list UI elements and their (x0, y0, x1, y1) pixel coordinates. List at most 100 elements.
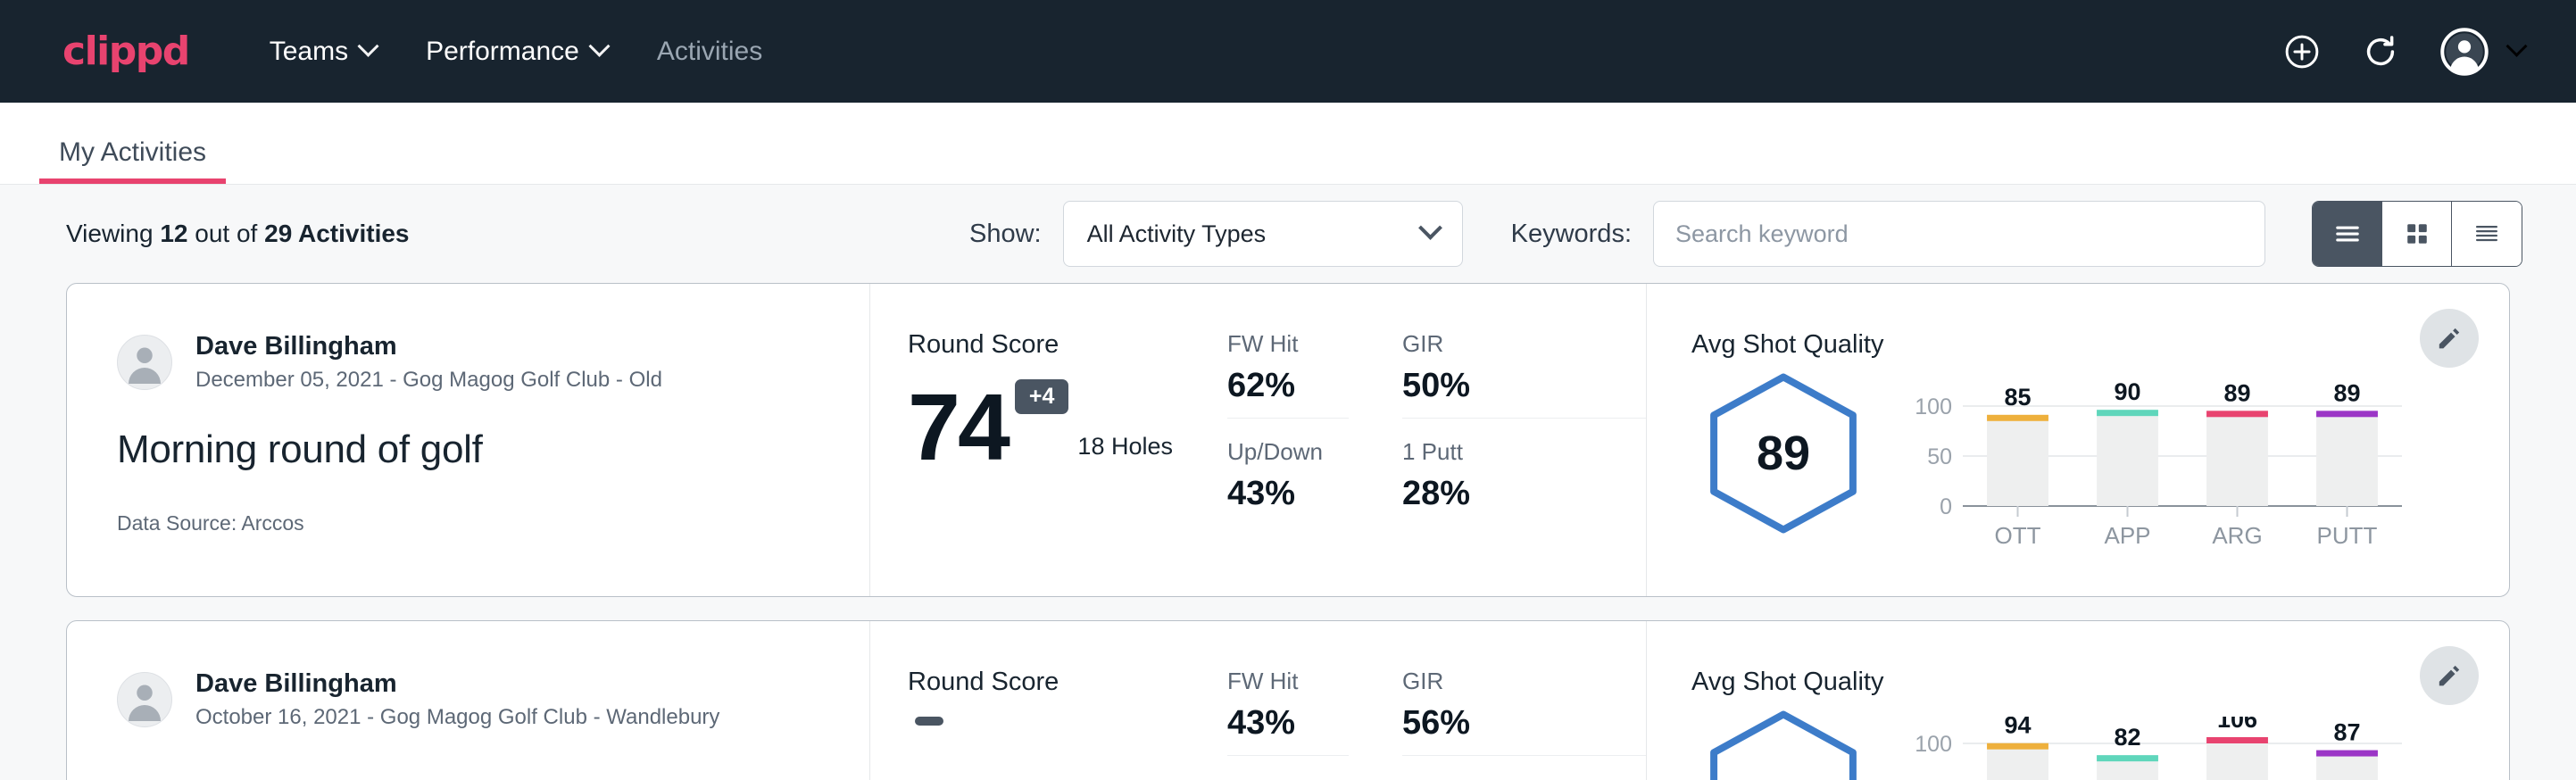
stat-gir: GIR 50% (1402, 330, 1646, 419)
brand-logo[interactable]: clippd (62, 29, 189, 74)
avatar (117, 335, 172, 390)
person-icon (118, 672, 171, 726)
show-label: Show: (969, 220, 1042, 249)
avg-shot-quality-column: Avg Shot Quality 89 10050085OTT90APP89AR… (1647, 284, 2509, 596)
list-icon (2331, 218, 2364, 250)
round-score-column: Round Score 74 +4 18 Holes (870, 284, 1227, 596)
compact-list-icon (2471, 218, 2503, 250)
viewing-middle: out of (195, 220, 257, 247)
stat-label: FW Hit (1227, 668, 1349, 695)
avg-shot-quality-label: Avg Shot Quality (1691, 330, 2509, 360)
user-name: Dave Billingham (195, 668, 719, 700)
round-score-value: 74 (908, 386, 1008, 469)
bar-chart: 10050094OTT82APP106ARG87PUTT (1907, 717, 2407, 780)
grid-view-button[interactable] (2382, 202, 2452, 266)
tab-my-activities[interactable]: My Activities (39, 137, 226, 184)
svg-text:89: 89 (2223, 379, 2250, 406)
svg-text:90: 90 (2114, 379, 2140, 405)
chevron-down-icon (588, 36, 610, 57)
grid-icon (2402, 219, 2432, 249)
pencil-icon (2435, 324, 2464, 353)
svg-text:0: 0 (1940, 494, 1952, 519)
svg-text:100: 100 (1915, 394, 1952, 419)
svg-text:89: 89 (2333, 379, 2360, 406)
stat-value: 50% (1402, 367, 1646, 405)
tab-my-activities-label: My Activities (59, 137, 206, 167)
chevron-down-icon (358, 36, 379, 57)
round-score-column: Round Score (870, 621, 1227, 780)
keywords-label: Keywords: (1511, 220, 1632, 249)
nav-item-activities[interactable]: Activities (657, 37, 762, 67)
stat-value: 62% (1227, 367, 1349, 405)
list-view-button[interactable] (2313, 202, 2382, 266)
viewing-count: 12 (160, 220, 187, 247)
activity-info-column: Dave Billingham October 16, 2021 - Gog M… (67, 621, 870, 780)
viewing-total: 29 Activities (264, 220, 409, 247)
quality-score: 89 (1699, 369, 1868, 538)
primary-nav: Teams Performance Activities (270, 37, 762, 67)
stat-one-putt: 1 Putt 28% (1402, 438, 1646, 526)
quality-hexagon (1699, 706, 1868, 780)
viewing-prefix: Viewing (66, 220, 154, 247)
score-badge (915, 717, 943, 726)
stat-value: 43% (1227, 475, 1349, 513)
pencil-icon (2435, 661, 2464, 690)
activity-meta: October 16, 2021 - Gog Magog Golf Club -… (195, 703, 719, 732)
nav-item-performance[interactable]: Performance (426, 37, 607, 67)
avg-shot-quality-body: 10050094OTT82APP106ARG87PUTT (1691, 706, 2509, 780)
svg-text:PUTT: PUTT (2317, 522, 2378, 549)
stat-fw-hit: FW Hit 43% (1227, 668, 1349, 756)
keywords-group: Keywords: (1511, 201, 2265, 267)
avg-shot-quality-body: 89 10050085OTT90APP89ARG89PUTT (1691, 369, 2509, 553)
svg-text:87: 87 (2333, 719, 2360, 746)
plus-circle-icon[interactable] (2282, 32, 2322, 71)
activity-info-column: Dave Billingham December 05, 2021 - Gog … (67, 284, 870, 596)
stat-gir: GIR 56% (1402, 668, 1646, 756)
stat-fw-hit: FW Hit 62% (1227, 330, 1349, 419)
nav-actions (2282, 27, 2524, 77)
refresh-icon[interactable] (2361, 32, 2400, 71)
compact-view-button[interactable] (2452, 202, 2522, 266)
stats-grid: FW Hit 62% GIR 50% Up/Down 43% 1 Putt 28… (1227, 284, 1647, 596)
score-badge: +4 (1015, 379, 1069, 414)
stat-value: 28% (1402, 475, 1646, 513)
avg-shot-quality-column: Avg Shot Quality 10050094OTT82APP106ARG8… (1647, 621, 2509, 780)
svg-text:85: 85 (2004, 384, 2031, 411)
quality-score (1699, 706, 1868, 780)
nav-item-activities-label: Activities (657, 37, 762, 67)
stat-value: 43% (1227, 704, 1349, 743)
shot-quality-chart: 10050094OTT82APP106ARG87PUTT (1907, 717, 2407, 780)
svg-text:106: 106 (2217, 717, 2257, 733)
activity-type-select[interactable]: All Activity Types (1063, 201, 1463, 267)
stats-grid: FW Hit 43% GIR 56% (1227, 621, 1647, 780)
user-name: Dave Billingham (195, 330, 662, 362)
shot-quality-chart: 10050085OTT90APP89ARG89PUTT (1907, 379, 2407, 553)
stat-value: 56% (1402, 704, 1646, 743)
search-input[interactable] (1653, 201, 2265, 267)
edit-activity-button[interactable] (2420, 646, 2479, 705)
edit-activity-button[interactable] (2420, 309, 2479, 368)
activity-card[interactable]: Dave Billingham December 05, 2021 - Gog … (66, 283, 2510, 597)
account-menu[interactable] (2439, 27, 2524, 77)
person-icon (118, 335, 171, 389)
round-score-row (908, 717, 1227, 780)
top-navigation-bar: clippd Teams Performance Activities (0, 0, 2576, 103)
activity-type-value: All Activity Types (1087, 220, 1267, 248)
nav-item-performance-label: Performance (426, 37, 579, 67)
filter-bar: Viewing 12 out of 29 Activities Show: Al… (0, 185, 2576, 283)
nav-item-teams-label: Teams (270, 37, 348, 67)
svg-text:100: 100 (1915, 732, 1952, 757)
avg-shot-quality-label: Avg Shot Quality (1691, 668, 2509, 697)
activity-card[interactable]: Dave Billingham October 16, 2021 - Gog M… (66, 620, 2510, 780)
stat-label: GIR (1402, 330, 1646, 358)
view-mode-toggle-group (2312, 201, 2522, 267)
activity-card-list: Dave Billingham December 05, 2021 - Gog … (0, 283, 2576, 780)
user-row: Dave Billingham October 16, 2021 - Gog M… (117, 668, 869, 733)
chevron-down-icon (2505, 36, 2527, 57)
svg-text:OTT: OTT (1995, 522, 2041, 549)
nav-item-teams[interactable]: Teams (270, 37, 376, 67)
stat-label: 1 Putt (1402, 438, 1646, 466)
account-circle-icon (2439, 27, 2489, 77)
round-score-label: Round Score (908, 668, 1227, 697)
svg-text:82: 82 (2114, 724, 2140, 751)
